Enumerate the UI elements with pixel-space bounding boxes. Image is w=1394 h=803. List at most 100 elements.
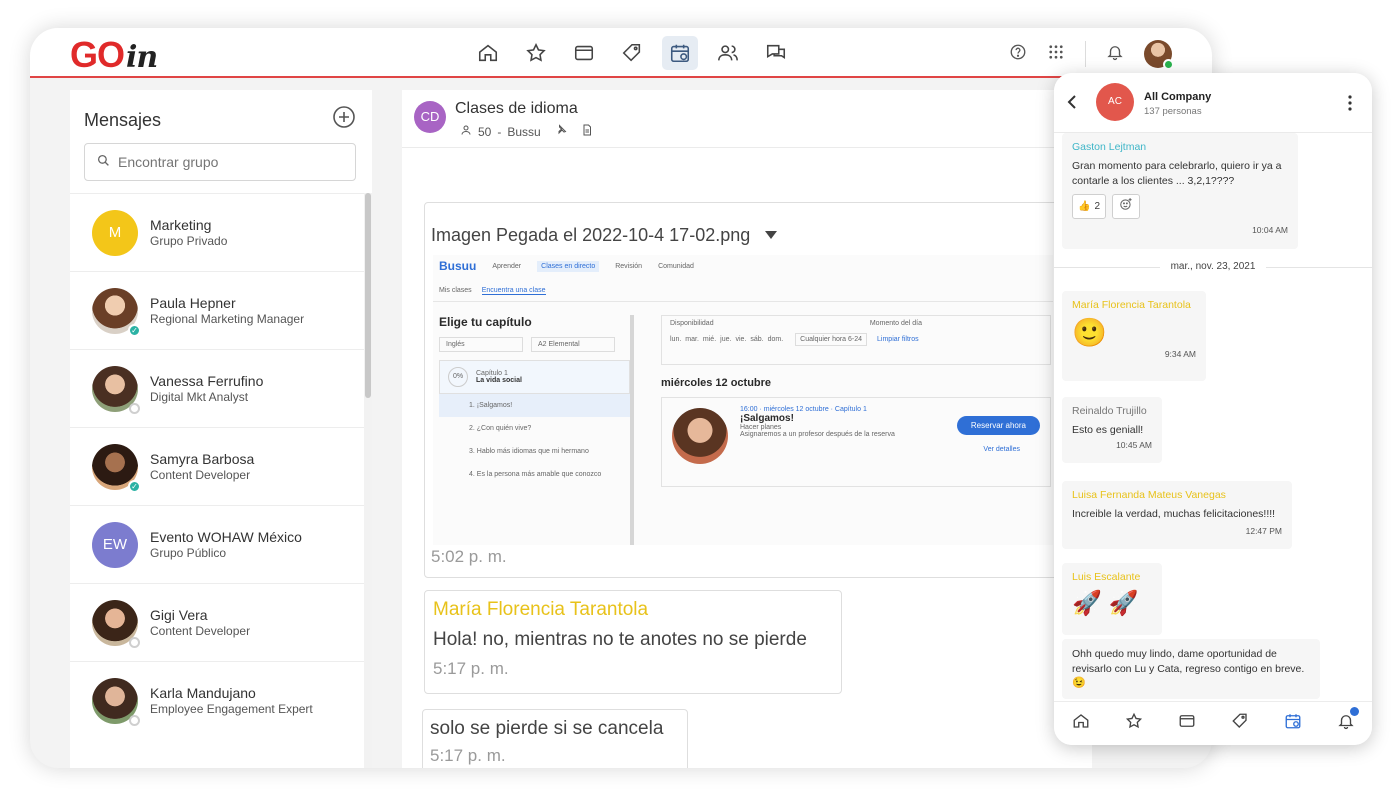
contact-item-marketing[interactable]: M Marketing Grupo Privado	[70, 193, 364, 271]
embed-class-title: ¡Salgamos!	[740, 413, 794, 424]
star-icon[interactable]	[518, 36, 554, 70]
contact-name: Vanessa Ferrufino	[150, 372, 264, 389]
embed-lesson: 4. Es la persona más amable que conozco	[469, 471, 602, 478]
embed-level: A2 Elemental	[531, 337, 615, 352]
reaction-count: 2	[1094, 201, 1101, 212]
add-group-button[interactable]	[332, 105, 356, 134]
embed-tab: Comunidad	[658, 262, 694, 270]
contact-item-paula-hepner[interactable]: ✓ Paula Hepner Regional Marketing Manager	[70, 271, 364, 349]
offline-indicator	[129, 402, 140, 414]
embed-subtab: Mis clases	[439, 287, 472, 294]
document-icon[interactable]	[581, 124, 593, 139]
message-author: Luis Escalante	[1072, 571, 1141, 583]
sidebar-scrollbar[interactable]	[364, 193, 372, 768]
embed-day: mié.	[702, 336, 717, 343]
contact-item-samyra-barbosa[interactable]: ✓ Samyra Barbosa Content Developer	[70, 427, 364, 505]
user-avatar[interactable]	[1144, 40, 1174, 70]
contact-subtitle: Employee Engagement Expert	[150, 701, 313, 716]
contact-item-evento-wohaw[interactable]: EW Evento WOHAW México Grupo Público	[70, 505, 364, 583]
top-bar: GOin	[30, 28, 1212, 78]
mobile-message[interactable]: Luis Escalante 🚀 🚀	[1062, 563, 1162, 635]
message-author: María Florencia Tarantola	[433, 599, 649, 620]
message-time: 5:17 p. m.	[433, 659, 509, 678]
home-icon[interactable]	[470, 36, 506, 70]
message-text: Esto es geniall!	[1072, 424, 1144, 436]
star-icon[interactable]	[1125, 712, 1143, 735]
pin-icon[interactable]	[555, 124, 567, 139]
scrollbar-thumb[interactable]	[365, 193, 371, 398]
avatar	[92, 365, 140, 414]
bell-icon[interactable]	[1106, 43, 1124, 66]
back-arrow-icon[interactable]	[1066, 95, 1078, 114]
mobile-message[interactable]: María Florencia Tarantola 🙂 9:34 AM	[1062, 291, 1206, 381]
members-icon	[460, 124, 472, 139]
mobile-message[interactable]: Reinaldo Trujillo Esto es geniall! 10:45…	[1062, 397, 1162, 463]
search-input[interactable]	[118, 154, 338, 170]
meta-separator: -	[497, 124, 502, 139]
contact-item-gigi-vera[interactable]: Gigi Vera Content Developer	[70, 583, 364, 661]
tag-icon[interactable]	[1231, 712, 1249, 735]
contact-item-karla-mandujano[interactable]: Karla Mandujano Employee Engagement Exper…	[70, 661, 364, 739]
apps-grid-icon[interactable]	[1047, 43, 1065, 66]
wink-emoji-icon: 😉	[1072, 677, 1086, 689]
calendar-icon[interactable]	[662, 36, 698, 70]
bell-icon[interactable]	[1337, 707, 1359, 735]
mobile-message[interactable]: Ohh quedo muy lindo, dame oportunidad de…	[1062, 639, 1320, 699]
people-icon[interactable]	[710, 36, 746, 70]
wallet-icon[interactable]	[1178, 712, 1196, 735]
top-right-actions	[1009, 40, 1174, 70]
message-author: Luisa Fernanda Mateus Vanegas	[1072, 489, 1226, 501]
embed-lesson: 2. ¿Con quién vive?	[469, 425, 532, 432]
message-time: 10:04 AM	[1252, 225, 1288, 235]
desktop-app-window: GOin Mensajes Encontrar grupo M Marketin…	[30, 28, 1212, 768]
busuu-logo: Busuu	[439, 259, 477, 273]
caret-down-icon[interactable]	[764, 227, 778, 245]
group-avatar: M	[92, 209, 138, 256]
embed-day: vie.	[735, 336, 747, 343]
smile-emoji: 🙂	[1072, 317, 1107, 348]
goin-logo[interactable]: GOin	[70, 34, 158, 76]
contact-name: Samyra Barbosa	[150, 450, 255, 467]
chat-message[interactable]: solo se pierde si se cancela 5:17 p. m.	[422, 709, 688, 768]
tag-icon[interactable]	[614, 36, 650, 70]
contact-subtitle: Grupo Público	[150, 545, 227, 560]
embed-book-button: Reservar ahora	[956, 416, 1040, 435]
mobile-message[interactable]: Gaston Lejtman Gran momento para celebra…	[1062, 133, 1298, 249]
home-icon[interactable]	[1072, 712, 1090, 735]
add-reaction-button[interactable]	[1112, 194, 1141, 219]
contact-name: Paula Hepner	[150, 294, 236, 311]
chat-title: Clases de idioma	[455, 100, 578, 117]
offline-indicator	[129, 636, 140, 648]
chat-panel: CD Clases de idioma 50 - Bussu Imagen Pe…	[402, 90, 1092, 768]
contact-name: Marketing	[150, 216, 212, 233]
chat-message[interactable]: María Florencia Tarantola Hola! no, mien…	[424, 590, 842, 694]
calendar-icon[interactable]	[1284, 712, 1302, 735]
message-time: 5:17 p. m.	[430, 746, 506, 765]
search-group-field[interactable]	[84, 143, 356, 181]
help-icon[interactable]	[1009, 43, 1027, 66]
image-message[interactable]: Imagen Pegada el 2022-10-4 17-02.png Bus…	[424, 202, 1074, 578]
contact-subtitle: Content Developer	[150, 623, 251, 638]
chat-header: CD Clases de idioma 50 - Bussu	[402, 90, 1092, 148]
group-avatar: EW	[92, 521, 138, 568]
contact-item-vanessa-ferrufino[interactable]: Vanessa Ferrufino Digital Mkt Analyst	[70, 349, 364, 427]
avatar: ✓	[92, 287, 141, 337]
avatar	[92, 677, 140, 726]
attachment-filename: Imagen Pegada el 2022-10-4 17-02.png	[431, 225, 751, 245]
embed-chapter: Capítulo 1	[476, 370, 508, 377]
online-check-icon: ✓	[128, 479, 141, 493]
thumbs-up-reaction[interactable]: 👍 2	[1072, 194, 1107, 219]
embed-day: lun.	[670, 336, 682, 343]
embed-day: jue.	[720, 336, 732, 343]
mobile-message[interactable]: Luisa Fernanda Mateus Vanegas Increible …	[1062, 481, 1292, 549]
embed-tab-active: Clases en directo	[537, 260, 600, 272]
group-avatar: CD	[414, 101, 446, 133]
embed-progress: 0%	[448, 367, 468, 387]
message-time: 10:45 AM	[1116, 439, 1152, 450]
more-vertical-icon[interactable]	[1348, 95, 1352, 116]
wallet-icon[interactable]	[566, 36, 602, 70]
contact-subtitle: Grupo Privado	[150, 233, 228, 248]
message-author: María Florencia Tarantola	[1072, 299, 1191, 311]
chat-icon[interactable]	[758, 36, 794, 70]
mobile-bottom-nav	[1054, 701, 1372, 745]
